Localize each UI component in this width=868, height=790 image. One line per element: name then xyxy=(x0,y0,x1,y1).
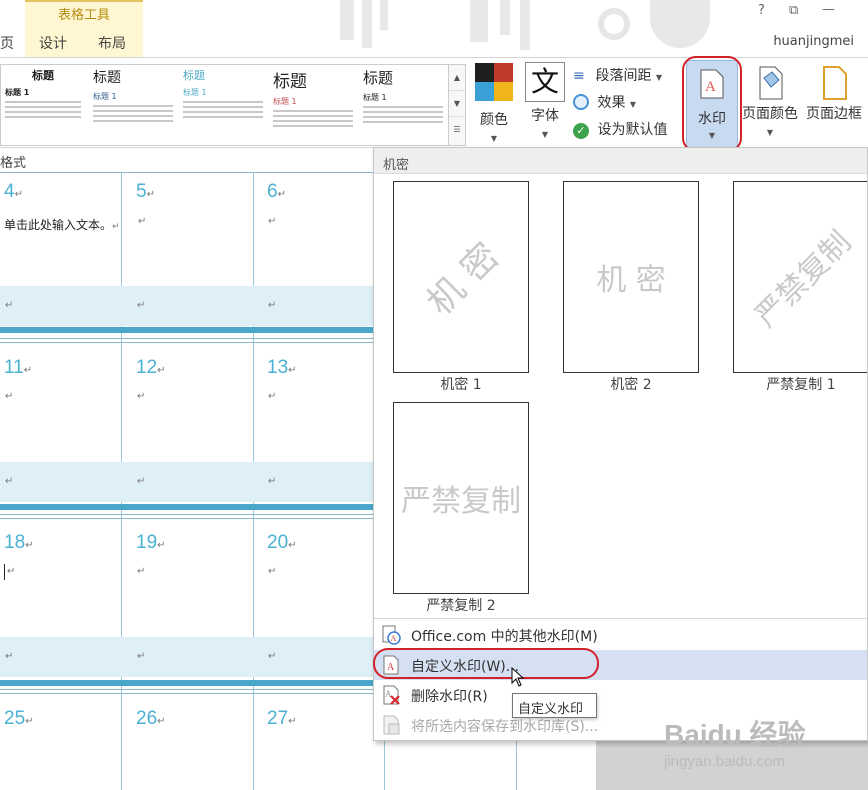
page-color-button[interactable]: 页面颜色 ▼ xyxy=(739,66,801,139)
day-number: 25↵ xyxy=(4,708,34,729)
week-separator xyxy=(0,504,374,510)
fonts-button[interactable]: 文 字体 ▼ xyxy=(523,62,567,141)
baidu-url: jingyan.baidu.com xyxy=(664,753,785,770)
scroll-down-icon[interactable]: ▼ xyxy=(449,91,465,117)
menu-separator xyxy=(374,618,867,619)
style-thumb[interactable]: 标题 标题 1 xyxy=(93,67,173,143)
row-border xyxy=(0,338,374,339)
week-separator xyxy=(0,327,374,333)
decor-stripe xyxy=(520,0,530,50)
tab-layout[interactable]: 布局 xyxy=(98,33,126,53)
chevron-down-icon: ▼ xyxy=(629,100,637,109)
save-to-gallery-icon xyxy=(383,715,400,735)
help-icon[interactable]: ? xyxy=(758,3,765,18)
day-number: 5↵ xyxy=(136,181,155,202)
menu-item-remove-watermark[interactable]: A 删除水印(R) xyxy=(374,680,867,710)
day-number: 18↵ xyxy=(4,532,34,553)
paragraph-mark: ↵ xyxy=(138,216,147,227)
watermark-caption: 严禁复制 2 xyxy=(426,598,496,614)
word-window: 表格工具 页 设计 布局 ? ⧉ — huanjingmei 标题 标题 1 标… xyxy=(0,0,868,790)
office-watermark-icon: A xyxy=(382,625,401,645)
day-number: 13↵ xyxy=(267,357,297,378)
day-number: 27↵ xyxy=(267,708,297,729)
chevron-down-icon: ▼ xyxy=(655,73,663,82)
restore-icon[interactable]: ⧉ xyxy=(789,3,798,18)
custom-watermark-highlight-circle xyxy=(373,648,599,679)
row-border xyxy=(0,342,374,343)
text-caret xyxy=(4,564,5,580)
day-number: 20↵ xyxy=(267,532,297,553)
baidu-jingyan-watermark: Baidu 经验 jingyan.baidu.com xyxy=(664,713,864,787)
decor-stripe xyxy=(470,0,488,42)
color-palette-icon xyxy=(475,63,513,101)
table-tools-title: 表格工具 xyxy=(57,8,110,23)
mouse-cursor-icon xyxy=(511,667,525,687)
effects-button[interactable]: 效果 ▼ xyxy=(573,92,636,112)
page-border-icon xyxy=(823,66,847,100)
row-border xyxy=(0,514,374,515)
watermark-option-no-copy-2[interactable]: 严禁复制 xyxy=(393,402,529,594)
note-band xyxy=(0,286,374,326)
note-band xyxy=(0,637,374,677)
day-number: 26↵ xyxy=(136,708,166,729)
gallery-more-icon[interactable]: ☰ xyxy=(449,117,465,143)
paragraph-spacing-icon: ≡ xyxy=(573,68,585,84)
watermark-highlight-circle xyxy=(682,56,742,152)
colors-button[interactable]: 颜色 ▼ xyxy=(472,62,516,145)
day-number: 12↵ xyxy=(136,357,166,378)
menu-section-header: 机密 xyxy=(374,148,867,174)
watermark-option-no-copy-1[interactable]: 严禁复制 xyxy=(733,181,867,373)
check-icon: ✓ xyxy=(573,123,589,139)
day-number: 19↵ xyxy=(136,532,166,553)
paragraph-mark: ↵ xyxy=(268,216,277,227)
style-thumb[interactable]: 标题 标题 1 xyxy=(5,67,81,143)
design-ribbon: 标题 标题 1 标题 标题 1 标题 标题 1 标题 标题 1 标题 标题 1 … xyxy=(0,56,868,152)
decor-stripe xyxy=(362,0,372,48)
chevron-down-icon: ▼ xyxy=(490,134,498,143)
page-border-button[interactable]: 页面边框 xyxy=(803,66,865,123)
day-number: 4↵ xyxy=(4,181,23,202)
watermark-caption: 机密 2 xyxy=(610,377,652,393)
watermark-caption: 严禁复制 1 xyxy=(766,377,836,393)
style-thumb[interactable]: 标题 标题 1 xyxy=(183,67,263,143)
tab-design[interactable]: 设计 xyxy=(39,33,67,53)
day-number: 11↵ xyxy=(4,357,33,378)
day-number: 6↵ xyxy=(267,181,286,202)
note-band xyxy=(0,462,374,502)
decor-stripe xyxy=(500,0,510,35)
placeholder-text[interactable]: 单击此处输入文本。↵ xyxy=(4,216,120,233)
style-thumb[interactable]: 标题 标题 1 xyxy=(273,67,353,143)
watermark-option-confidential-1[interactable]: 机 密 xyxy=(393,181,529,373)
tab-page[interactable]: 页 xyxy=(0,33,14,53)
gallery-scrollbar[interactable]: ▲ ▼ ☰ xyxy=(448,65,465,145)
font-glyph-icon: 文 xyxy=(525,62,565,102)
style-set-gallery[interactable]: 标题 标题 1 标题 标题 1 标题 标题 1 标题 标题 1 标题 标题 1 … xyxy=(0,64,466,146)
row-border xyxy=(0,518,374,519)
decor-stripe xyxy=(340,0,354,40)
tooltip: 自定义水印 xyxy=(512,693,597,718)
effects-icon xyxy=(573,94,589,110)
decor-circle xyxy=(598,8,630,40)
set-as-default-button[interactable]: ✓ 设为默认值 xyxy=(573,119,667,139)
watermark-caption: 机密 1 xyxy=(440,377,482,393)
menu-item-office-watermarks[interactable]: A Office.com 中的其他水印(M) xyxy=(374,620,867,650)
row-border xyxy=(0,172,374,173)
decor-shape xyxy=(650,0,710,48)
remove-watermark-icon: A xyxy=(383,685,400,705)
scroll-up-icon[interactable]: ▲ xyxy=(449,65,465,91)
user-name[interactable]: huanjingmei xyxy=(773,34,854,49)
chevron-down-icon: ▼ xyxy=(766,128,774,137)
minimize-icon[interactable]: — xyxy=(822,2,835,17)
paragraph-spacing-button[interactable]: ≡ 段落间距 ▼ xyxy=(573,65,662,85)
title-bar: 表格工具 页 设计 布局 ? ⧉ — huanjingmei xyxy=(0,0,868,58)
baidu-logo: Baidu 经验 xyxy=(664,719,806,750)
decor-stripe xyxy=(380,0,388,30)
paint-bucket-icon xyxy=(759,66,783,100)
format-label: 格式 xyxy=(0,156,27,171)
watermark-option-confidential-2[interactable]: 机 密 xyxy=(563,181,699,373)
chevron-down-icon: ▼ xyxy=(541,130,549,139)
style-thumb[interactable]: 标题 标题 1 xyxy=(363,67,443,143)
svg-text:A: A xyxy=(391,634,397,643)
